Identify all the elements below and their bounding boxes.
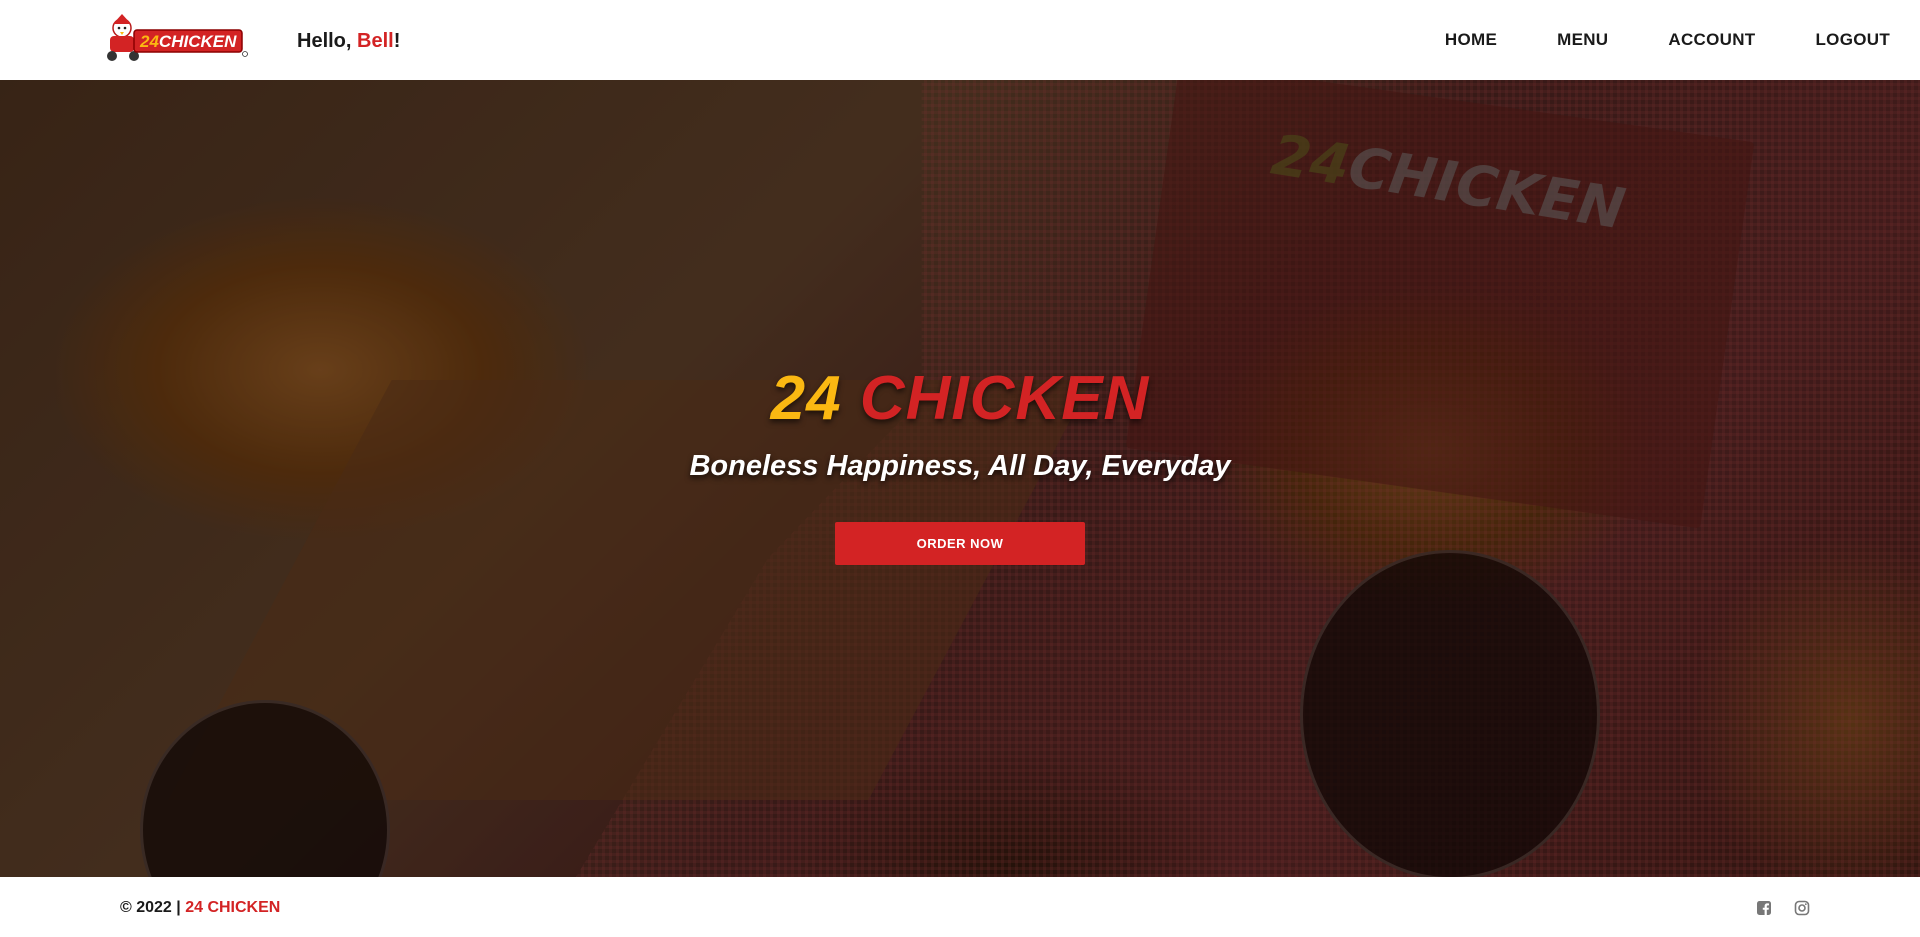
logo-number: 24 (139, 32, 159, 51)
site-header: 24CHICKEN Hello, Bell! HOME MENU ACCOUNT… (0, 0, 1920, 80)
logo-word: CHICKEN (159, 32, 237, 51)
nav-menu[interactable]: MENU (1557, 30, 1608, 50)
copyright: © 2022 | 24 CHICKEN (120, 899, 280, 917)
facebook-icon[interactable] (1756, 900, 1772, 916)
instagram-icon[interactable] (1794, 900, 1810, 916)
site-footer: © 2022 | 24 CHICKEN (0, 877, 1920, 937)
svg-text:24CHICKEN: 24CHICKEN (139, 32, 237, 51)
main-nav: HOME MENU ACCOUNT LOGOUT (1385, 30, 1890, 50)
hero-brand-number: 24 (770, 364, 842, 433)
order-now-button[interactable]: ORDER NOW (835, 522, 1085, 565)
hero-brand-word: CHICKEN (859, 364, 1150, 433)
copyright-brand: 24 CHICKEN (185, 899, 281, 916)
user-greeting: Hello, Bell! (297, 30, 400, 53)
greeting-prefix: Hello, (297, 30, 352, 52)
brand-logo[interactable]: 24CHICKEN (100, 14, 248, 64)
hero-tagline: Boneless Happiness, All Day, Everyday (689, 450, 1231, 482)
hero-banner: 24CHICKEN 24 CHICKEN Boneless Happiness,… (0, 80, 1920, 877)
hero-content: 24 CHICKEN Boneless Happiness, All Day, … (0, 80, 1920, 877)
nav-account[interactable]: ACCOUNT (1668, 30, 1755, 50)
nav-home[interactable]: HOME (1445, 30, 1497, 50)
copyright-prefix: © 2022 | (120, 899, 181, 916)
hero-brand-title: 24 CHICKEN (0, 363, 1920, 434)
greeting-suffix: ! (393, 30, 401, 52)
nav-logout[interactable]: LOGOUT (1815, 30, 1890, 50)
greeting-username: Bell (357, 30, 394, 52)
